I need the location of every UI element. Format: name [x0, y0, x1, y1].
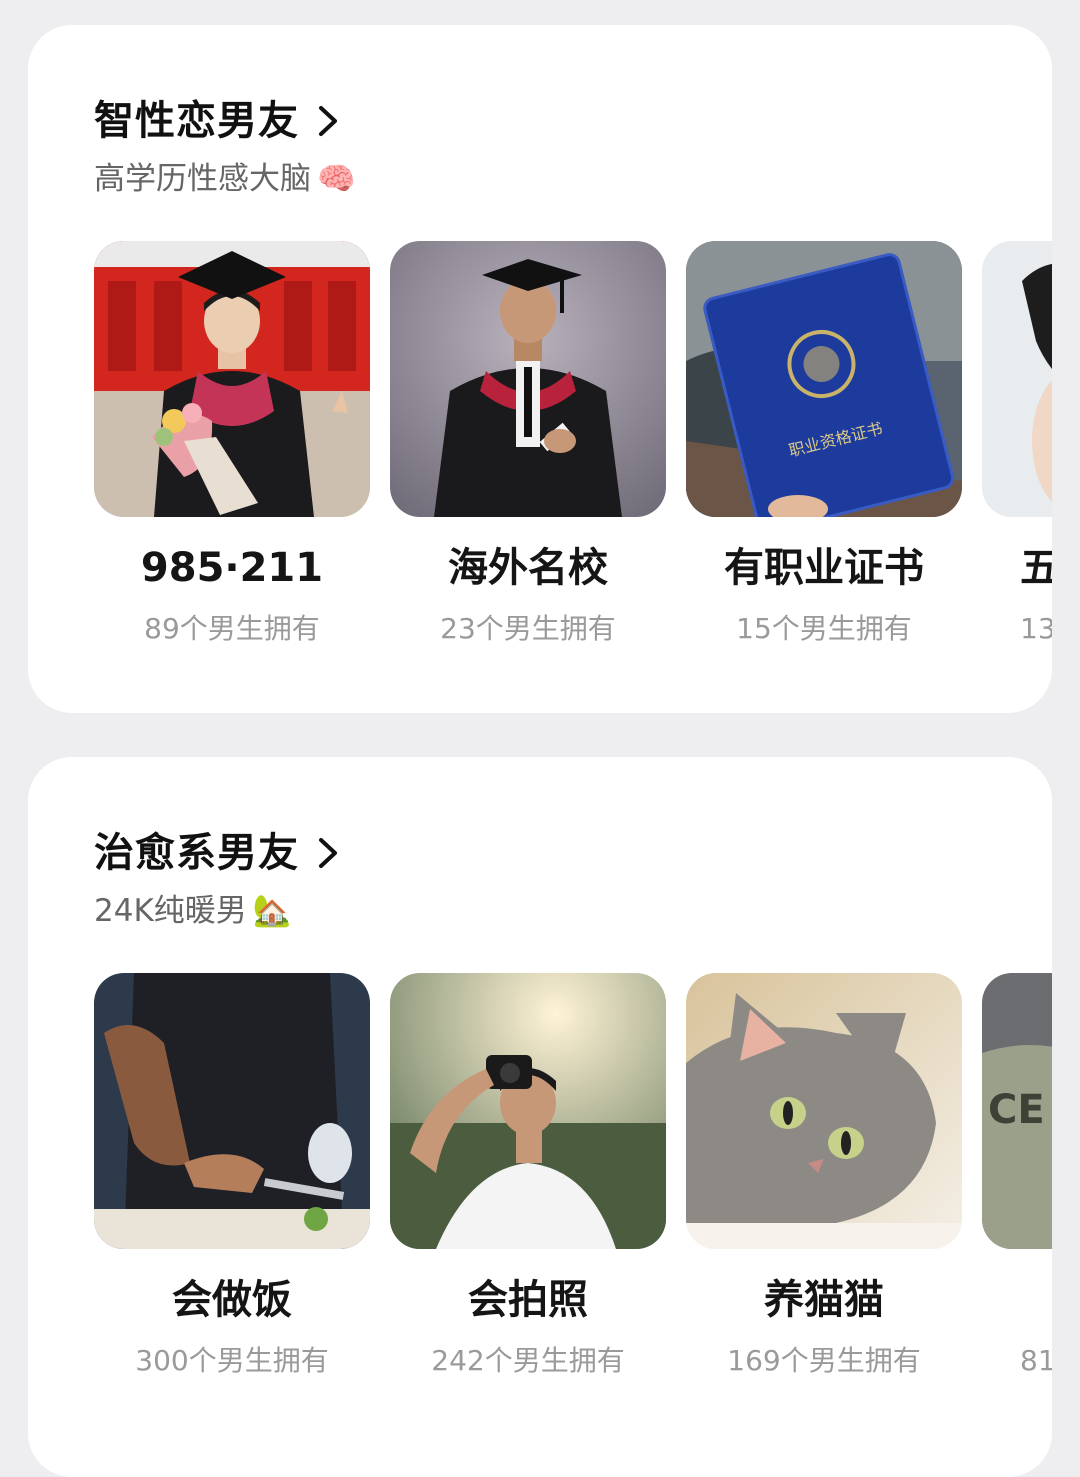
tag-card-partial[interactable]: 五 130: [982, 241, 1052, 661]
tag-card-985-211[interactable]: 985·211 89个男生拥有: [94, 241, 370, 661]
tag-count: 15个男生拥有: [736, 612, 912, 645]
certificate-photo: 职业资格证书: [686, 241, 962, 517]
tag-count: 23个男生拥有: [440, 612, 616, 645]
partial-photo: CE: [982, 973, 1052, 1249]
section-subtitle: 高学历性感大脑 🧠: [94, 157, 356, 201]
section-subtitle: 24K纯暖男 🏡: [94, 889, 291, 933]
tag-count: 300个男生拥有: [135, 1344, 329, 1377]
tag-label: 有职业证书: [724, 545, 924, 591]
partial-photo: [982, 241, 1052, 517]
tag-count: 242个男生拥有: [431, 1344, 625, 1377]
tag-card-overseas-university[interactable]: 海外名校 23个男生拥有: [390, 241, 666, 661]
graduate-photo-2: [390, 241, 666, 517]
house-icon: 🏡: [252, 893, 292, 929]
section-title-link[interactable]: 智性恋男友: [94, 97, 341, 145]
tag-label: 会拍照: [468, 1277, 588, 1323]
chevron-right-icon: [319, 838, 337, 868]
brain-icon: 🧠: [317, 161, 356, 197]
cat-photo: [686, 973, 962, 1249]
tag-card-partial[interactable]: CE 81: [982, 973, 1052, 1393]
section-card-healing: 治愈系男友 24K纯暖男 🏡 会做饭 300个男生拥有 会拍照 242个男生拥有…: [28, 757, 1052, 1477]
tag-card-cooking[interactable]: 会做饭 300个男生拥有: [94, 973, 370, 1393]
chevron-right-icon: [319, 106, 337, 136]
tag-card-professional-certificate[interactable]: 职业资格证书 有职业证书 15个男生拥有: [686, 241, 962, 661]
section-title: 治愈系男友: [94, 830, 299, 876]
section-title-link[interactable]: 治愈系男友: [94, 829, 341, 877]
subtitle-text: 高学历性感大脑: [94, 161, 311, 197]
tag-count: 169个男生拥有: [727, 1344, 921, 1377]
photography-photo: [390, 973, 666, 1249]
tag-count: 81: [1020, 1344, 1052, 1377]
tag-label: 五: [1020, 545, 1052, 591]
tag-count: 89个男生拥有: [144, 612, 320, 645]
cooking-photo: [94, 973, 370, 1249]
graduate-photo: [94, 241, 370, 517]
section-title: 智性恋男友: [94, 98, 299, 144]
tag-carousel[interactable]: 985·211 89个男生拥有 海外名校 23个男生拥有 职业资格证书 有职业证…: [94, 241, 1052, 661]
tag-label: 海外名校: [448, 545, 608, 591]
tag-label: 985·211: [140, 545, 324, 591]
tag-card-cat[interactable]: 养猫猫 169个男生拥有: [686, 973, 962, 1393]
tag-count: 130: [1020, 612, 1052, 645]
subtitle-text: 24K纯暖男: [94, 893, 247, 929]
tag-label: 会做饭: [172, 1277, 292, 1323]
section-card-intellectual: 智性恋男友 高学历性感大脑 🧠 985·211 89个男生拥有 海外名校 23个…: [28, 25, 1052, 713]
tag-carousel[interactable]: 会做饭 300个男生拥有 会拍照 242个男生拥有 养猫猫 169个男生拥有 C…: [94, 973, 1052, 1393]
tag-card-photography[interactable]: 会拍照 242个男生拥有: [390, 973, 666, 1393]
svg-text:CE: CE: [988, 1087, 1045, 1133]
tag-label: 养猫猫: [764, 1277, 884, 1323]
